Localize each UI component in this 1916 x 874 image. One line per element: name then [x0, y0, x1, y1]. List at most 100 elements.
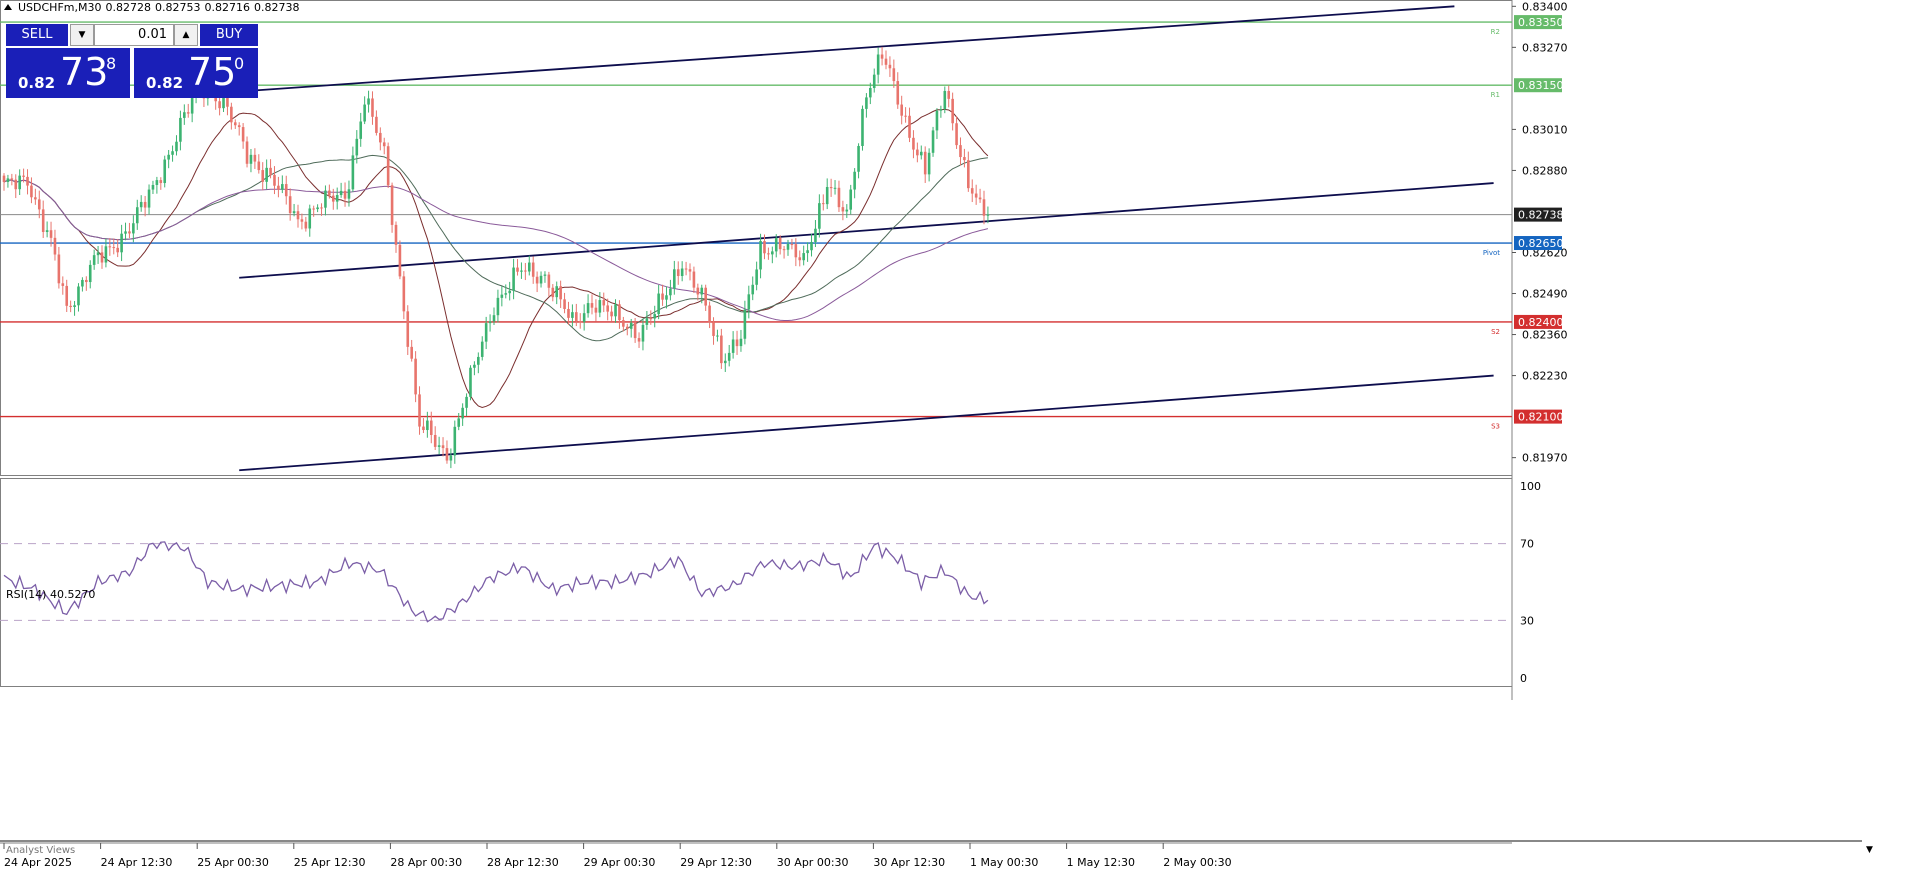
candle-body — [629, 322, 633, 329]
candle-body — [578, 321, 582, 323]
candle-body — [516, 267, 519, 272]
candle-body — [257, 161, 261, 171]
candle-body — [245, 141, 249, 164]
candle-body — [477, 356, 480, 365]
candle-body — [371, 98, 374, 117]
collapse-triangle-icon[interactable] — [4, 4, 12, 10]
candle-body — [606, 305, 609, 312]
candle-body — [782, 249, 786, 251]
candle-body — [85, 279, 88, 283]
candle-body — [390, 185, 394, 225]
candle-body — [292, 211, 296, 214]
time-tick-label: 24 Apr 2025 — [4, 856, 72, 869]
candle-body — [919, 151, 923, 156]
candle-body — [806, 250, 809, 254]
candle-body — [790, 243, 794, 245]
sell-button[interactable]: SELL — [6, 24, 68, 46]
candle-body — [637, 338, 641, 342]
candle-body — [657, 293, 660, 315]
candle-body — [116, 247, 119, 253]
candle-body — [14, 179, 18, 190]
candle-body — [967, 160, 970, 189]
candle-body — [896, 81, 900, 105]
candle-body — [818, 203, 821, 229]
time-tick-label: 29 Apr 12:30 — [680, 856, 752, 869]
candle-body — [253, 154, 257, 162]
candle-body — [18, 175, 21, 190]
sell-price-main: 73 — [60, 50, 109, 94]
candle-body — [414, 358, 417, 395]
candle-body — [88, 264, 92, 283]
level-name-r1: R1 — [1491, 91, 1500, 99]
candle-body — [230, 106, 233, 123]
candle-body — [143, 201, 147, 208]
candle-body — [763, 241, 766, 254]
buy-price-box[interactable]: 0.82 75 0 — [134, 48, 258, 98]
candle-body — [959, 145, 962, 158]
ohlc-close: 0.82738 — [253, 0, 300, 14]
candle-body — [978, 197, 982, 200]
lot-increase-icon[interactable]: ▲ — [174, 24, 198, 46]
candle-body — [457, 418, 461, 427]
sell-price-box[interactable]: 0.82 73 8 — [6, 48, 130, 98]
candle-body — [602, 300, 606, 306]
price-chart[interactable]: 0.834000.832700.830100.828800.826200.824… — [0, 0, 1916, 874]
candle-body — [77, 286, 80, 306]
rsi-tick-label: 30 — [1520, 614, 1534, 627]
candle-body — [755, 269, 758, 285]
candle-body — [163, 159, 167, 184]
candle-body — [641, 324, 645, 342]
candle-body — [422, 426, 425, 431]
candle-body — [567, 308, 570, 318]
candle-body — [284, 184, 288, 197]
candle-body — [845, 209, 849, 212]
candle-body — [520, 270, 523, 272]
candle-body — [645, 318, 649, 325]
candle-body — [441, 445, 445, 449]
time-tick-label: 25 Apr 12:30 — [294, 856, 366, 869]
candle-body — [484, 323, 488, 342]
candle-body — [453, 426, 457, 456]
candle-body — [151, 184, 155, 190]
buy-price-main: 75 — [188, 50, 237, 94]
candle-body — [723, 360, 727, 364]
buy-button[interactable]: BUY — [200, 24, 258, 46]
candle-body — [712, 322, 715, 336]
candle-body — [249, 154, 253, 164]
candle-body — [53, 237, 57, 255]
analyst-views-label[interactable]: Analyst Views — [6, 845, 75, 856]
candle-body — [359, 121, 363, 139]
candle-body — [829, 187, 833, 189]
lot-size-input[interactable]: 0.01 — [94, 24, 174, 46]
candle-body — [320, 207, 323, 209]
candle-body — [955, 123, 958, 146]
candle-body — [269, 167, 272, 175]
level-price-label: 0.82100 — [1518, 411, 1564, 424]
candle-body — [676, 269, 680, 277]
rsi-panel-frame — [0, 478, 1513, 687]
candle-body — [974, 193, 978, 198]
channel-line-2[interactable] — [239, 182, 1494, 279]
candle-body — [402, 276, 406, 312]
candle-body — [696, 287, 700, 295]
lot-decrease-icon[interactable]: ▼ — [70, 24, 94, 46]
candle-body — [261, 170, 265, 182]
candle-body — [328, 190, 331, 196]
candle-body — [527, 262, 531, 272]
channel-line-1[interactable] — [239, 5, 1455, 93]
candle-body — [339, 190, 343, 196]
symbol-header: USDCHFm,M30 0.82728 0.82753 0.82716 0.82… — [0, 0, 299, 14]
level-name-s3: S3 — [1491, 423, 1500, 431]
candle-body — [551, 287, 555, 298]
candle-body — [649, 318, 653, 320]
rsi-tick-label: 70 — [1520, 538, 1534, 551]
candle-body — [135, 207, 139, 224]
candle-body — [308, 208, 312, 229]
time-tick-label: 30 Apr 12:30 — [873, 856, 945, 869]
candle-body — [312, 208, 315, 210]
candle-body — [175, 141, 178, 152]
candle-body — [69, 305, 72, 307]
candle-body — [277, 185, 280, 190]
candle-body — [159, 180, 163, 184]
candle-body — [288, 196, 292, 214]
